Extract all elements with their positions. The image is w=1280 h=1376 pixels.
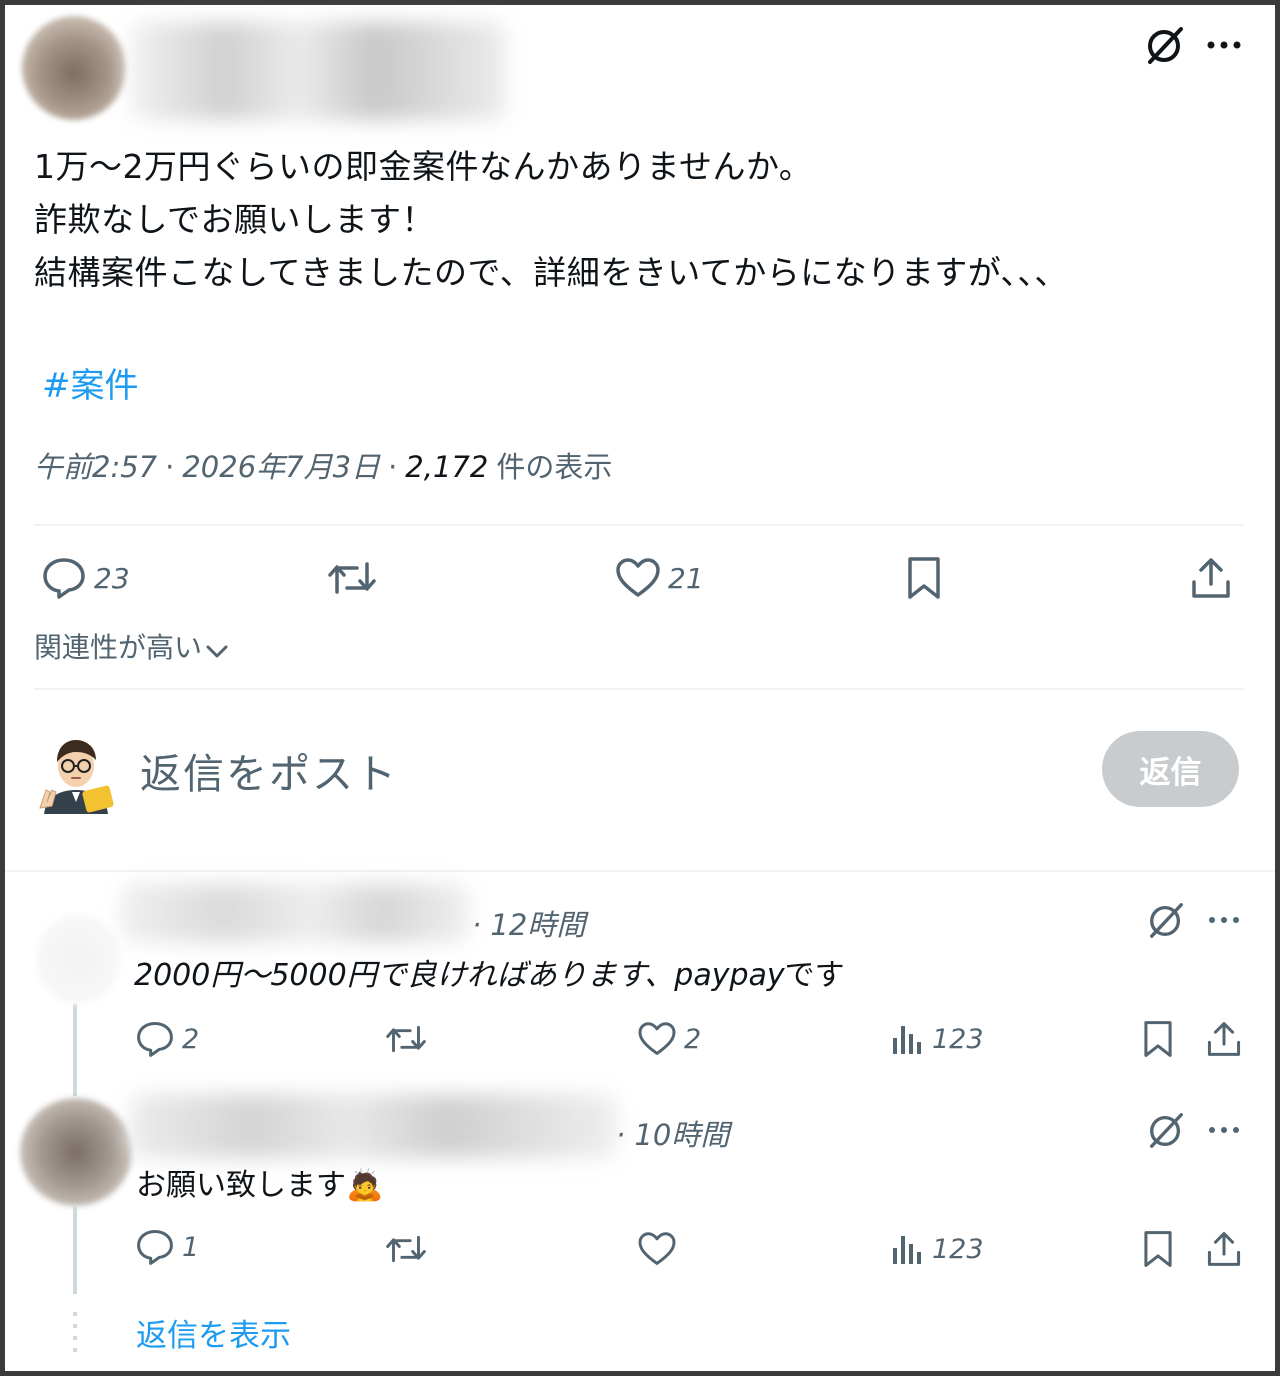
like-icon xyxy=(638,1232,676,1266)
post-meta: 午前2:57 · 2026年7月3日 · 2,172 件の表示 xyxy=(34,444,612,486)
post-time[interactable]: 午前2:57 xyxy=(34,444,157,486)
reply-count: 23 xyxy=(94,561,130,595)
post-views-label: 件の表示 xyxy=(496,450,613,484)
divider xyxy=(5,870,1275,872)
repost-icon xyxy=(328,558,376,598)
like-count: 2 xyxy=(684,1023,702,1055)
author-name[interactable] xyxy=(130,22,506,120)
views-button[interactable]: 123 xyxy=(890,1022,984,1056)
reply-text-part: 2000円～5000円で良ければあります、 xyxy=(134,958,675,993)
show-replies-link[interactable]: 返信を表示 xyxy=(136,1310,291,1355)
bookmark-icon xyxy=(1142,1020,1174,1058)
reply-author-name[interactable] xyxy=(120,884,470,942)
more-icon[interactable] xyxy=(1206,40,1242,50)
like-button[interactable]: 2 xyxy=(638,1022,701,1056)
reply-text-part: paypay xyxy=(674,958,785,993)
reply-text: お願い致します🙇 xyxy=(136,1160,383,1204)
bookmark-icon xyxy=(1142,1230,1174,1268)
like-icon xyxy=(638,1022,676,1056)
reply-time[interactable]: · 10時間 xyxy=(616,1112,729,1154)
bookmark-button[interactable] xyxy=(906,556,942,600)
divider xyxy=(34,524,1244,526)
post-text-line: 詐欺なしでお願いします！ xyxy=(34,200,436,239)
post-text-line: 1万～2万円ぐらいの即金案件なんかありませんか。 xyxy=(34,147,813,186)
user-avatar[interactable] xyxy=(32,736,120,818)
thread-dots xyxy=(73,1312,77,1352)
reply-text: 2000円～5000円で良ければあります、paypayです xyxy=(134,950,845,994)
views-button[interactable]: 123 xyxy=(890,1232,984,1266)
reply-button[interactable]: 2 xyxy=(136,1020,199,1058)
like-count: 21 xyxy=(668,561,704,595)
reply-count: 2 xyxy=(182,1023,200,1055)
grok-icon[interactable] xyxy=(1144,24,1186,66)
reply-avatar[interactable] xyxy=(36,914,120,1004)
reply-submit-button[interactable]: 返信 xyxy=(1102,731,1239,807)
views-icon xyxy=(890,1022,924,1056)
repost-button[interactable] xyxy=(386,1232,426,1266)
reply-time[interactable]: · 12時間 xyxy=(472,902,585,944)
reply-text-part: です xyxy=(784,958,845,993)
reply-icon xyxy=(42,556,86,600)
sort-label: 関連性が高い xyxy=(34,631,203,664)
post-text: 1万～2万円ぐらいの即金案件なんかありませんか。 詐欺なしでお願いします！ 結構… xyxy=(34,140,1234,299)
post-views-count: 2,172 xyxy=(405,450,489,484)
share-button[interactable] xyxy=(1206,1020,1242,1058)
grok-icon[interactable] xyxy=(1146,1110,1186,1150)
share-button[interactable] xyxy=(1206,1230,1242,1268)
divider xyxy=(34,688,1244,690)
meta-separator: · xyxy=(388,450,398,484)
more-icon[interactable] xyxy=(1208,915,1240,925)
like-button[interactable]: 21 xyxy=(616,558,704,598)
bookmark-button[interactable] xyxy=(1142,1230,1174,1268)
like-icon xyxy=(616,558,660,598)
thread-line xyxy=(73,1206,77,1294)
like-button[interactable] xyxy=(638,1232,676,1266)
share-button[interactable] xyxy=(1190,556,1232,600)
hashtag-link[interactable]: #案件 xyxy=(42,358,139,407)
share-icon xyxy=(1206,1020,1242,1058)
author-avatar[interactable] xyxy=(22,16,126,120)
meta-separator: · xyxy=(165,450,175,484)
reply-icon xyxy=(136,1228,174,1266)
share-icon xyxy=(1206,1230,1242,1268)
repost-icon xyxy=(386,1232,426,1266)
views-icon xyxy=(890,1232,924,1266)
reply-input[interactable]: 返信をポスト xyxy=(140,740,398,800)
bowing-emoji: 🙇 xyxy=(346,1168,384,1203)
grok-icon[interactable] xyxy=(1146,900,1186,940)
sort-dropdown[interactable]: 関連性が高い xyxy=(34,626,228,666)
repost-button[interactable] xyxy=(386,1022,426,1056)
reply-icon xyxy=(136,1020,174,1058)
repost-icon xyxy=(386,1022,426,1056)
reply-author-name[interactable] xyxy=(130,1094,618,1158)
reply-button[interactable]: 1 xyxy=(136,1228,199,1266)
thread-line xyxy=(73,1004,77,1096)
post-text-line: 結構案件こなしてきましたので、詳細をきいてからになりますが､､､ xyxy=(34,253,1053,292)
views-count: 123 xyxy=(932,1023,984,1055)
more-icon[interactable] xyxy=(1208,1125,1240,1135)
chevron-down-icon xyxy=(206,633,228,666)
reply-avatar[interactable] xyxy=(20,1098,132,1206)
reply-text-part: お願い致します xyxy=(136,1168,346,1203)
bookmark-icon xyxy=(906,556,942,600)
reply-button[interactable]: 23 xyxy=(42,556,130,600)
bookmark-button[interactable] xyxy=(1142,1020,1174,1058)
reply-count: 1 xyxy=(182,1231,200,1263)
share-icon xyxy=(1190,556,1232,600)
post-date[interactable]: 2026年7月3日 xyxy=(182,444,380,486)
repost-button[interactable] xyxy=(328,558,376,598)
views-count: 123 xyxy=(932,1233,984,1265)
